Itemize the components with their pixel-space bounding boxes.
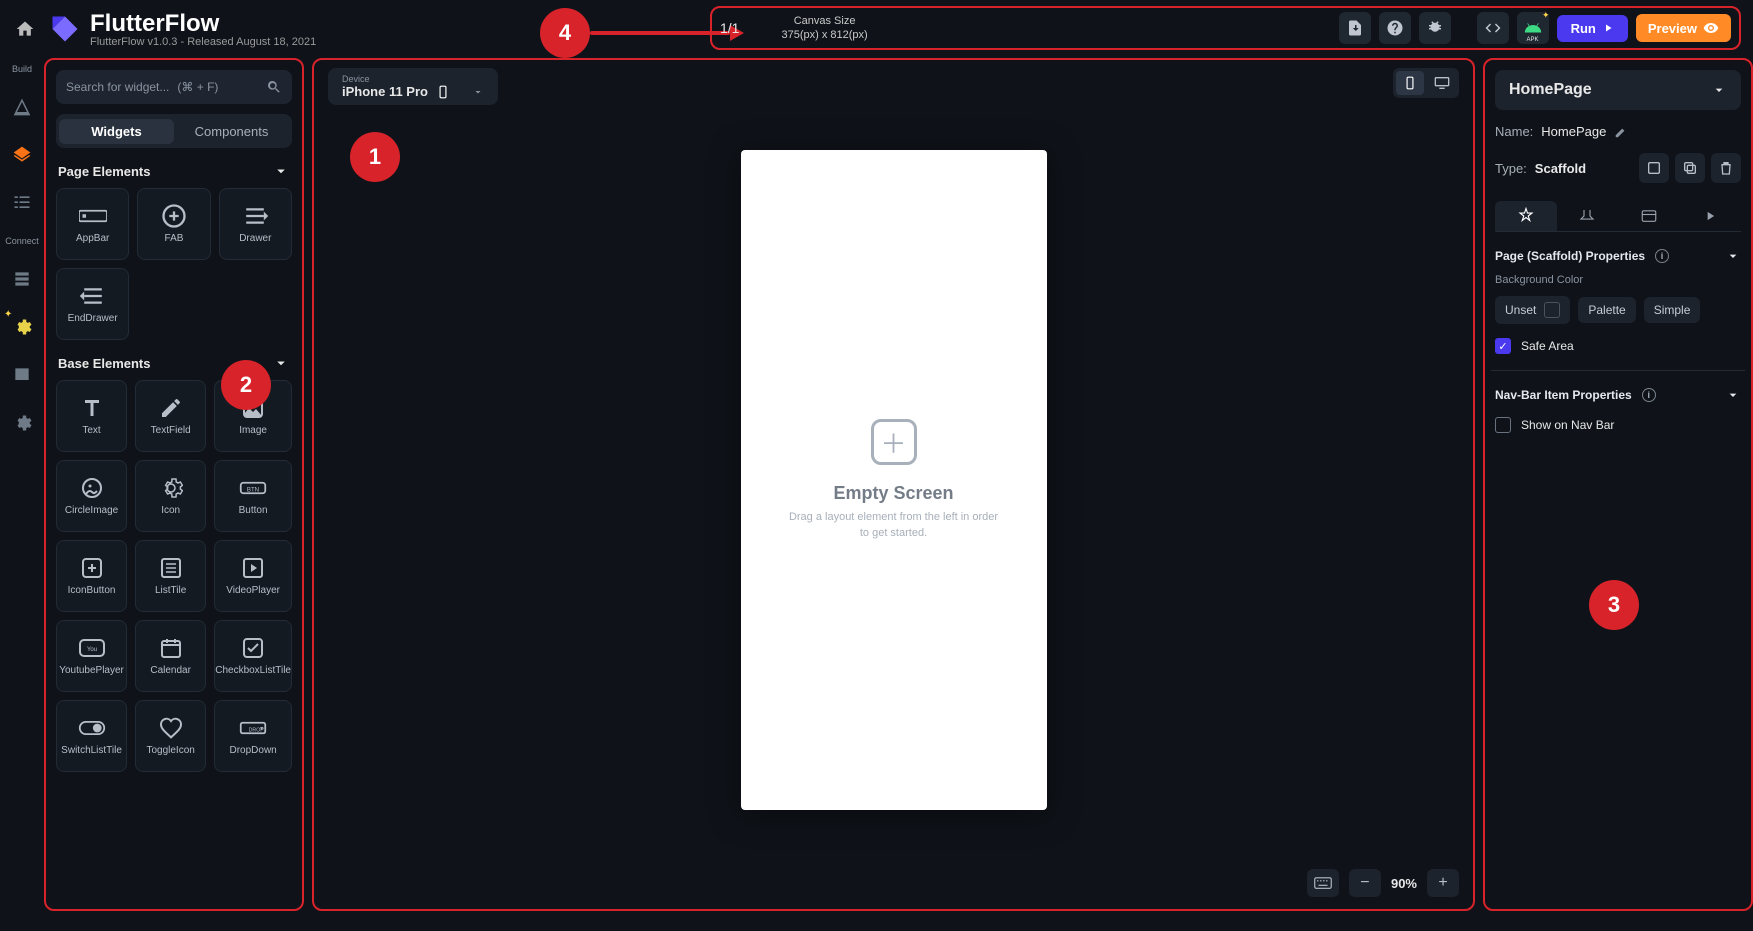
scaffold-properties-header[interactable]: Page (Scaffold) Properties i bbox=[1495, 248, 1741, 264]
widget-listtile[interactable]: ListTile bbox=[135, 540, 206, 612]
widget-dropdown[interactable]: DROPDropDown bbox=[214, 700, 292, 772]
canvas-count: 1/1 bbox=[720, 20, 739, 36]
delete-icon[interactable] bbox=[1711, 153, 1741, 183]
tree-icon[interactable] bbox=[7, 188, 37, 218]
debug-icon[interactable] bbox=[1419, 12, 1451, 44]
widgets-panel: Search for widget... (⌘ + F) Widgets Com… bbox=[44, 58, 304, 911]
widget-icon[interactable]: Icon bbox=[135, 460, 206, 532]
preview-button[interactable]: Preview bbox=[1636, 14, 1731, 42]
brand-title: FlutterFlow bbox=[90, 10, 316, 38]
edit-icon[interactable] bbox=[1614, 125, 1628, 139]
widget-iconbutton[interactable]: IconButton bbox=[56, 540, 127, 612]
mobile-view-icon[interactable] bbox=[1396, 71, 1424, 95]
bg-unset[interactable]: Unset bbox=[1495, 296, 1570, 324]
widget-tabs: Widgets Components bbox=[56, 114, 292, 148]
widget-calendar[interactable]: Calendar bbox=[135, 620, 206, 692]
tab-widgets[interactable]: Widgets bbox=[59, 119, 174, 144]
apk-icon[interactable]: APK ✦ bbox=[1517, 12, 1549, 44]
widget-appbar[interactable]: AppBar bbox=[56, 188, 129, 260]
color-swatch[interactable] bbox=[1544, 302, 1560, 318]
activity-bar: Build Connect ✦ bbox=[0, 58, 44, 911]
info-icon[interactable]: i bbox=[1642, 388, 1656, 402]
section-page-elements[interactable]: Page Elements bbox=[58, 162, 290, 180]
properties-panel: HomePage Name: HomePage Type: Scaffold bbox=[1483, 58, 1753, 911]
chevron-down-icon bbox=[272, 354, 290, 372]
layers-icon[interactable] bbox=[7, 140, 37, 170]
widget-checkboxlisttile[interactable]: CheckboxListTile bbox=[214, 620, 292, 692]
canvas-size-value: 375(px) x 812(px) bbox=[781, 28, 867, 42]
widget-button[interactable]: BTNButton bbox=[214, 460, 292, 532]
page-type-value: Scaffold bbox=[1535, 161, 1586, 176]
keyboard-icon[interactable] bbox=[1307, 869, 1339, 897]
settings-icon[interactable] bbox=[7, 408, 37, 438]
chevron-down-icon bbox=[472, 86, 484, 98]
tab-backend-icon[interactable] bbox=[1618, 201, 1680, 231]
zoom-in-button[interactable]: + bbox=[1427, 869, 1459, 897]
download-icon[interactable] bbox=[1339, 12, 1371, 44]
annotation-3: 3 bbox=[1589, 580, 1639, 630]
home-icon[interactable] bbox=[10, 14, 40, 44]
annotation-2: 2 bbox=[221, 360, 271, 410]
copy-icon[interactable] bbox=[1675, 153, 1705, 183]
property-tabs bbox=[1495, 201, 1741, 232]
widget-drawer[interactable]: Drawer bbox=[219, 188, 292, 260]
firestore-icon[interactable] bbox=[7, 92, 37, 122]
empty-title: Empty Screen bbox=[833, 483, 953, 504]
navbar-properties-header[interactable]: Nav-Bar Item Properties i bbox=[1495, 387, 1741, 403]
page-name-value: HomePage bbox=[1541, 124, 1606, 139]
zoom-out-button[interactable]: − bbox=[1349, 869, 1381, 897]
widget-circleimage[interactable]: CircleImage bbox=[56, 460, 127, 532]
view-mode-toggle bbox=[1393, 68, 1459, 98]
svg-text:BTN: BTN bbox=[247, 486, 259, 493]
brand: FlutterFlow FlutterFlow v1.0.3 - Release… bbox=[50, 10, 316, 48]
bg-palette[interactable]: Palette bbox=[1578, 297, 1635, 323]
widget-videoplayer[interactable]: VideoPlayer bbox=[214, 540, 292, 612]
plus-icon: ＋ bbox=[871, 419, 917, 465]
settings-gear-icon[interactable]: ✦ bbox=[7, 312, 37, 342]
device-selector[interactable]: Device iPhone 11 Pro bbox=[328, 68, 498, 105]
help-icon[interactable] bbox=[1379, 12, 1411, 44]
bg-simple[interactable]: Simple bbox=[1644, 297, 1701, 323]
header-toolbar: 1/1 Canvas Size 375(px) x 812(px) APK ✦ … bbox=[710, 6, 1741, 50]
widget-enddrawer[interactable]: EndDrawer bbox=[56, 268, 129, 340]
desktop-view-icon[interactable] bbox=[1428, 71, 1456, 95]
tab-animations-icon[interactable] bbox=[1680, 201, 1742, 231]
empty-subtitle: Drag a layout element from the left in o… bbox=[784, 510, 1004, 541]
chevron-down-icon bbox=[1725, 387, 1741, 403]
show-navbar-checkbox[interactable] bbox=[1495, 417, 1511, 433]
annotation-1: 1 bbox=[350, 132, 400, 182]
widget-switchlisttile[interactable]: SwitchListTile bbox=[56, 700, 127, 772]
widget-youtubeplayer[interactable]: YouYoutubePlayer bbox=[56, 620, 127, 692]
search-icon bbox=[266, 79, 282, 95]
chevron-down-icon bbox=[1711, 82, 1727, 98]
canvas-area: 1 Device iPhone 11 Pro ＋ Empty Screen Dr… bbox=[312, 58, 1475, 911]
run-button[interactable]: Run bbox=[1557, 15, 1628, 42]
chevron-down-icon bbox=[272, 162, 290, 180]
database-icon[interactable] bbox=[7, 264, 37, 294]
phone-icon bbox=[436, 85, 450, 99]
code-icon[interactable] bbox=[1477, 12, 1509, 44]
widget-text[interactable]: Text bbox=[56, 380, 127, 452]
tab-actions-icon[interactable] bbox=[1557, 201, 1619, 231]
wrap-icon[interactable] bbox=[1639, 153, 1669, 183]
tab-components[interactable]: Components bbox=[174, 119, 289, 144]
svg-text:You: You bbox=[86, 647, 96, 653]
widget-textfield[interactable]: TextField bbox=[135, 380, 206, 452]
media-icon[interactable] bbox=[7, 360, 37, 390]
safe-area-checkbox[interactable]: ✓ bbox=[1495, 338, 1511, 354]
brand-subtitle: FlutterFlow v1.0.3 - Released August 18,… bbox=[90, 36, 316, 48]
widget-search[interactable]: Search for widget... (⌘ + F) bbox=[56, 70, 292, 104]
chevron-down-icon bbox=[1725, 248, 1741, 264]
tab-style-icon[interactable] bbox=[1495, 201, 1557, 231]
page-selector[interactable]: HomePage bbox=[1495, 70, 1741, 110]
widget-toggleicon[interactable]: ToggleIcon bbox=[135, 700, 206, 772]
info-icon[interactable]: i bbox=[1655, 249, 1669, 263]
canvas-size-label: Canvas Size bbox=[781, 14, 867, 28]
widget-fab[interactable]: FAB bbox=[137, 188, 210, 260]
zoom-value: 90% bbox=[1391, 876, 1417, 891]
device-preview[interactable]: ＋ Empty Screen Drag a layout element fro… bbox=[741, 150, 1047, 810]
